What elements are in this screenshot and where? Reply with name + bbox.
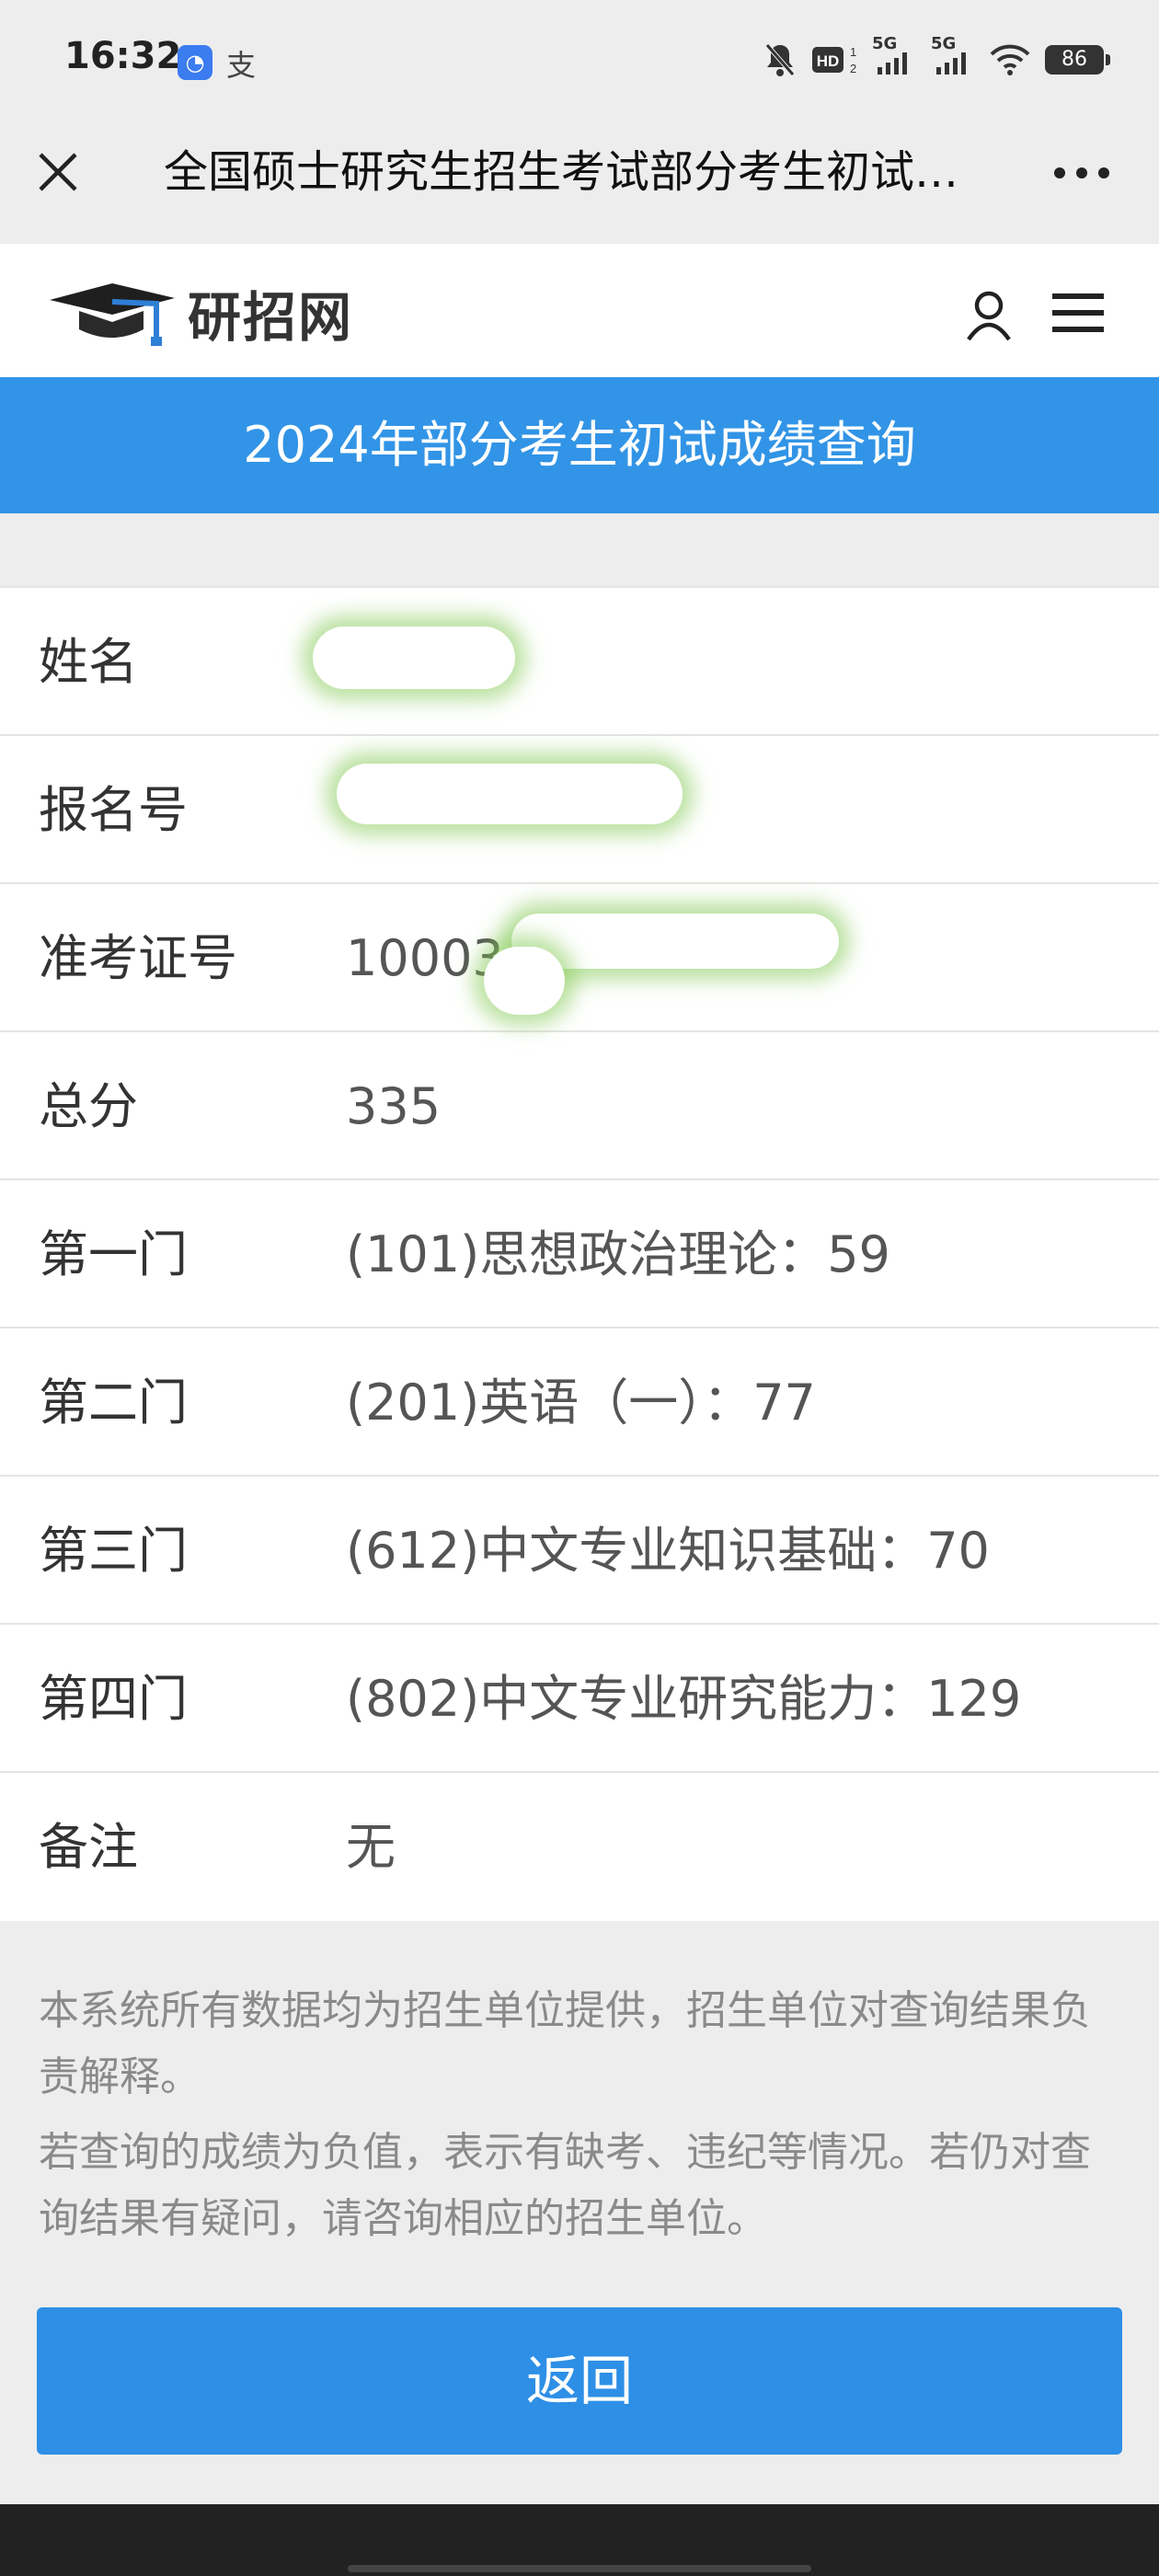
table-row: 准考证号 10003 <box>0 884 1159 1032</box>
back-button[interactable]: 返回 <box>37 2307 1122 2455</box>
table-row: 姓名 <box>0 588 1159 736</box>
row-label-subject-3: 第三门 <box>39 1522 188 1580</box>
signal-1: 5G <box>872 34 916 78</box>
user-icon[interactable] <box>966 290 1012 341</box>
row-value-subject-4: (802)中文专业研究能力：129 <box>346 1670 1022 1728</box>
row-value-ticket: 10003 <box>346 929 504 987</box>
status-icons: HD 1 2 5G 5G 86 <box>763 34 1110 83</box>
row-label-subject-2: 第二门 <box>39 1374 188 1432</box>
status-bar: 16:32 ◔ 支 HD 1 2 5G 5G 86 <box>0 0 1159 120</box>
note-paragraph-1: 本系统所有数据均为招生单位提供，招生单位对查询结果负责解释。 <box>39 1987 1091 2100</box>
table-row: 第四门 (802)中文专业研究能力：129 <box>0 1625 1159 1773</box>
redaction-mark <box>484 947 565 1015</box>
row-label-ticket: 准考证号 <box>39 929 237 987</box>
redaction-mark <box>511 914 839 969</box>
row-label-subject-1: 第一门 <box>39 1225 188 1283</box>
page-title: 全国硕士研究生招生考试部分考生初试成绩查询 <box>164 146 992 198</box>
score-table: 姓名 报名号 准考证号 10003 总分 335 第一门 (101)思想政治理论… <box>0 586 1159 1921</box>
mute-icon <box>765 43 795 76</box>
redaction-mark <box>337 764 683 824</box>
signal-icon <box>936 52 966 75</box>
signal-2: 5G <box>931 34 975 78</box>
row-value-subject-3: (612)中文专业知识基础：70 <box>346 1522 990 1580</box>
browser-icon: ◔ <box>178 45 212 80</box>
logo-text: 研招网 <box>188 286 354 349</box>
row-label-remark: 备注 <box>39 1818 138 1876</box>
graduation-cap-icon <box>50 283 175 346</box>
battery-icon: 86 <box>1045 45 1110 75</box>
row-value-total: 335 <box>346 1077 442 1135</box>
svg-text:HD: HD <box>817 52 840 70</box>
menu-icon[interactable] <box>1052 292 1104 334</box>
row-label-registration: 报名号 <box>39 781 188 839</box>
note-paragraph-2: 若查询的成绩为负值，表示有缺考、违纪等情况。若仍对查询结果有疑问，请咨询相应的招… <box>39 2129 1091 2242</box>
row-value-subject-2: (201)英语（一）：77 <box>346 1374 816 1432</box>
svg-text:1: 1 <box>850 45 856 59</box>
disclaimer-notes: 本系统所有数据均为招生单位提供，招生单位对查询结果负责解释。 若查询的成绩为负值… <box>39 1978 1124 2261</box>
alipay-icon: 支 <box>226 48 257 83</box>
signal-icon <box>878 52 907 75</box>
row-label-total: 总分 <box>39 1077 138 1135</box>
table-row: 第二门 (201)英语（一）：77 <box>0 1328 1159 1477</box>
site-logo[interactable]: 研招网 <box>48 271 353 354</box>
hd-icon: HD 1 2 <box>812 45 856 75</box>
redaction-mark <box>313 627 515 689</box>
status-time: 16:32 <box>64 35 182 77</box>
row-label-subject-4: 第四门 <box>39 1670 188 1728</box>
row-value-remark: 无 <box>346 1818 396 1876</box>
table-row: 第三门 (612)中文专业知识基础：70 <box>0 1477 1159 1625</box>
row-label-name: 姓名 <box>39 633 138 691</box>
table-row: 第一门 (101)思想政治理论：59 <box>0 1180 1159 1328</box>
query-banner: 2024年部分考生初试成绩查询 <box>0 377 1159 513</box>
home-indicator[interactable] <box>348 2565 811 2572</box>
more-icon[interactable] <box>1052 166 1111 180</box>
webview-nav-bar: 全国硕士研究生招生考试部分考生初试成绩查询 <box>0 120 1159 244</box>
wifi-icon <box>990 44 1030 75</box>
system-nav-bar <box>0 2504 1159 2576</box>
svg-text:2: 2 <box>850 62 856 75</box>
site-header: 研招网 <box>0 244 1159 377</box>
table-row: 总分 335 <box>0 1032 1159 1180</box>
close-icon[interactable] <box>33 147 83 197</box>
row-value-subject-1: (101)思想政治理论：59 <box>346 1225 890 1283</box>
table-row: 报名号 <box>0 736 1159 884</box>
table-row: 备注 无 <box>0 1773 1159 1921</box>
